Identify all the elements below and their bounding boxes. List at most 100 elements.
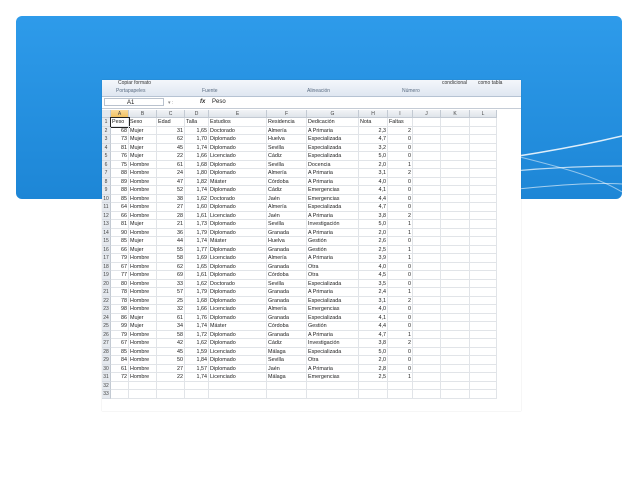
cell-h19[interactable]: 4,5 — [359, 271, 388, 280]
cell-i33[interactable] — [388, 390, 413, 399]
cell-j18[interactable] — [413, 262, 441, 271]
select-all-corner[interactable] — [102, 110, 111, 118]
cell-i16[interactable]: 1 — [388, 245, 413, 254]
cell-k6[interactable] — [441, 160, 470, 169]
cell-d14[interactable]: 1,79 — [185, 228, 209, 237]
cell-c13[interactable]: 21 — [157, 220, 185, 229]
cell-g27[interactable]: Investigación — [307, 339, 359, 348]
cell-h12[interactable]: 3,8 — [359, 211, 388, 220]
cell-a12[interactable]: 66 — [111, 211, 129, 220]
row-number[interactable]: 33 — [102, 390, 111, 399]
cell-e32[interactable] — [209, 381, 267, 390]
cell-e4[interactable]: Diplomado — [209, 143, 267, 152]
cell-g9[interactable]: Emergencias — [307, 186, 359, 195]
cell-k29[interactable] — [441, 356, 470, 365]
cell-h33[interactable] — [359, 390, 388, 399]
cell-c33[interactable] — [157, 390, 185, 399]
cell-j5[interactable] — [413, 152, 441, 161]
cell-g33[interactable] — [307, 390, 359, 399]
cell-h10[interactable]: 4,4 — [359, 194, 388, 203]
column-header-i[interactable]: I — [388, 110, 413, 118]
cell-k21[interactable] — [441, 288, 470, 297]
cell-h14[interactable]: 2,0 — [359, 228, 388, 237]
row-number[interactable]: 17 — [102, 254, 111, 263]
cell-i17[interactable]: 1 — [388, 254, 413, 263]
cell-l14[interactable] — [470, 228, 497, 237]
cell-j24[interactable] — [413, 313, 441, 322]
cell-c3[interactable]: 62 — [157, 135, 185, 144]
cell-f8[interactable]: Córdoba — [267, 177, 307, 186]
column-header-g[interactable]: G — [307, 110, 359, 118]
row-number[interactable]: 18 — [102, 262, 111, 271]
cell-b20[interactable]: Hombre — [129, 279, 157, 288]
cell-a6[interactable]: 75 — [111, 160, 129, 169]
cell-c14[interactable]: 36 — [157, 228, 185, 237]
cell-e21[interactable]: Diplomado — [209, 288, 267, 297]
cell-i15[interactable]: 0 — [388, 237, 413, 246]
cell-c30[interactable]: 27 — [157, 364, 185, 373]
cell-g31[interactable]: Emergencias — [307, 373, 359, 382]
cell-f10[interactable]: Jaén — [267, 194, 307, 203]
cell-a10[interactable]: 85 — [111, 194, 129, 203]
cell-k8[interactable] — [441, 177, 470, 186]
cell-a4[interactable]: 81 — [111, 143, 129, 152]
cell-j26[interactable] — [413, 330, 441, 339]
cell-c15[interactable]: 44 — [157, 237, 185, 246]
cell-b19[interactable]: Hombre — [129, 271, 157, 280]
cell-j27[interactable] — [413, 339, 441, 348]
cell-h13[interactable]: 5,0 — [359, 220, 388, 229]
cell-e26[interactable]: Diplomado — [209, 330, 267, 339]
row-number[interactable]: 24 — [102, 313, 111, 322]
cell-c6[interactable]: 61 — [157, 160, 185, 169]
cell-k16[interactable] — [441, 245, 470, 254]
cell-e1[interactable]: Estudios — [209, 118, 267, 127]
cell-f23[interactable]: Almería — [267, 305, 307, 314]
cell-k1[interactable] — [441, 118, 470, 127]
cell-f15[interactable]: Huelva — [267, 237, 307, 246]
cell-l32[interactable] — [470, 381, 497, 390]
cell-c22[interactable]: 25 — [157, 296, 185, 305]
row-number[interactable]: 4 — [102, 143, 111, 152]
cell-k23[interactable] — [441, 305, 470, 314]
cell-i25[interactable]: 0 — [388, 322, 413, 331]
cell-h29[interactable]: 2,0 — [359, 356, 388, 365]
cell-j20[interactable] — [413, 279, 441, 288]
cell-k3[interactable] — [441, 135, 470, 144]
cell-j2[interactable] — [413, 126, 441, 135]
cell-j1[interactable] — [413, 118, 441, 127]
cell-c11[interactable]: 27 — [157, 203, 185, 212]
cell-h30[interactable]: 2,8 — [359, 364, 388, 373]
cell-d17[interactable]: 1,69 — [185, 254, 209, 263]
cell-e17[interactable]: Licenciado — [209, 254, 267, 263]
cell-a7[interactable]: 88 — [111, 169, 129, 178]
cell-h3[interactable]: 4,7 — [359, 135, 388, 144]
cell-l8[interactable] — [470, 177, 497, 186]
cell-i12[interactable]: 2 — [388, 211, 413, 220]
cell-k9[interactable] — [441, 186, 470, 195]
cell-a13[interactable]: 81 — [111, 220, 129, 229]
cell-f6[interactable]: Sevilla — [267, 160, 307, 169]
row-number[interactable]: 15 — [102, 237, 111, 246]
cell-k5[interactable] — [441, 152, 470, 161]
cell-j4[interactable] — [413, 143, 441, 152]
cell-f11[interactable]: Almería — [267, 203, 307, 212]
conditional-format-button[interactable]: condicional — [442, 80, 467, 86]
cell-e9[interactable]: Diplomado — [209, 186, 267, 195]
cell-d13[interactable]: 1,73 — [185, 220, 209, 229]
cell-k12[interactable] — [441, 211, 470, 220]
cell-d4[interactable]: 1,74 — [185, 143, 209, 152]
cell-h6[interactable]: 2,0 — [359, 160, 388, 169]
cell-k17[interactable] — [441, 254, 470, 263]
cell-b29[interactable]: Hombre — [129, 356, 157, 365]
cell-j32[interactable] — [413, 381, 441, 390]
cell-i2[interactable]: 2 — [388, 126, 413, 135]
column-header-h[interactable]: H — [359, 110, 388, 118]
cell-l25[interactable] — [470, 322, 497, 331]
cell-g32[interactable] — [307, 381, 359, 390]
cell-l13[interactable] — [470, 220, 497, 229]
cell-c12[interactable]: 28 — [157, 211, 185, 220]
cell-e12[interactable]: Licenciado — [209, 211, 267, 220]
cell-g20[interactable]: Especializada — [307, 279, 359, 288]
cell-a5[interactable]: 76 — [111, 152, 129, 161]
cell-a22[interactable]: 78 — [111, 296, 129, 305]
